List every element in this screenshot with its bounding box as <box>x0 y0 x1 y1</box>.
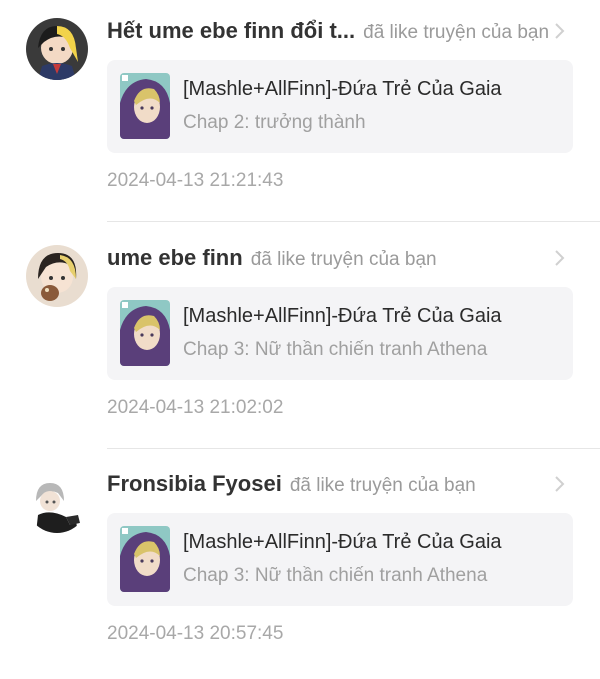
user-avatar[interactable] <box>26 18 88 80</box>
story-card[interactable]: [Mashle+AllFinn]-Đứa Trẻ Của Gaia Chap 3… <box>107 287 573 380</box>
notification-header: Fronsibia Fyosei đã like truyện của bạn <box>107 471 560 499</box>
user-avatar[interactable] <box>26 471 88 533</box>
story-cover-icon <box>120 300 170 366</box>
timestamp: 2024-04-13 21:02:02 <box>107 397 284 418</box>
timestamp: 2024-04-13 21:21:43 <box>107 170 284 191</box>
user-name[interactable]: Hết ume ebe finn đổi t... <box>107 18 355 44</box>
divider <box>107 221 600 222</box>
avatar-image-icon <box>26 471 88 533</box>
notification-item[interactable]: Fronsibia Fyosei đã like truyện của bạn … <box>0 453 600 679</box>
chevron-right-icon[interactable] <box>554 22 566 40</box>
avatar-image-icon <box>26 245 88 307</box>
story-card[interactable]: [Mashle+AllFinn]-Đứa Trẻ Của Gaia Chap 2… <box>107 60 573 153</box>
avatar-image-icon <box>26 18 88 80</box>
notification-header: Hết ume ebe finn đổi t... đã like truyện… <box>107 18 560 46</box>
action-text: đã like truyện của bạn <box>363 22 550 43</box>
story-cover-image <box>120 300 170 366</box>
user-avatar[interactable] <box>26 245 88 307</box>
chapter-title: Chap 3: Nữ thần chiến tranh Athena <box>183 565 488 586</box>
story-cover-image <box>120 73 170 139</box>
story-title: [Mashle+AllFinn]-Đứa Trẻ Của Gaia <box>183 305 502 327</box>
chevron-right-icon[interactable] <box>554 475 566 493</box>
notification-item[interactable]: ume ebe finn đã like truyện của bạn [Mas… <box>0 227 600 453</box>
notification-feed: Hết ume ebe finn đổi t... đã like truyện… <box>0 0 600 671</box>
timestamp: 2024-04-13 20:57:45 <box>107 623 284 644</box>
story-cover-icon <box>120 526 170 592</box>
action-text: đã like truyện của bạn <box>289 475 476 496</box>
notification-item[interactable]: Hết ume ebe finn đổi t... đã like truyện… <box>0 0 600 226</box>
chapter-title: Chap 3: Nữ thần chiến tranh Athena <box>183 339 488 360</box>
action-text: đã like truyện của bạn <box>250 249 437 270</box>
story-cover-image <box>120 526 170 592</box>
notification-header: ume ebe finn đã like truyện của bạn <box>107 245 560 273</box>
story-title: [Mashle+AllFinn]-Đứa Trẻ Của Gaia <box>183 531 502 553</box>
story-cover-icon <box>120 73 170 139</box>
story-card[interactable]: [Mashle+AllFinn]-Đứa Trẻ Của Gaia Chap 3… <box>107 513 573 606</box>
chevron-right-icon[interactable] <box>554 249 566 267</box>
user-name[interactable]: ume ebe finn <box>107 245 243 271</box>
user-name[interactable]: Fronsibia Fyosei <box>107 471 282 497</box>
story-title: [Mashle+AllFinn]-Đứa Trẻ Của Gaia <box>183 78 502 100</box>
chapter-title: Chap 2: trưởng thành <box>183 112 366 133</box>
divider <box>107 448 600 449</box>
